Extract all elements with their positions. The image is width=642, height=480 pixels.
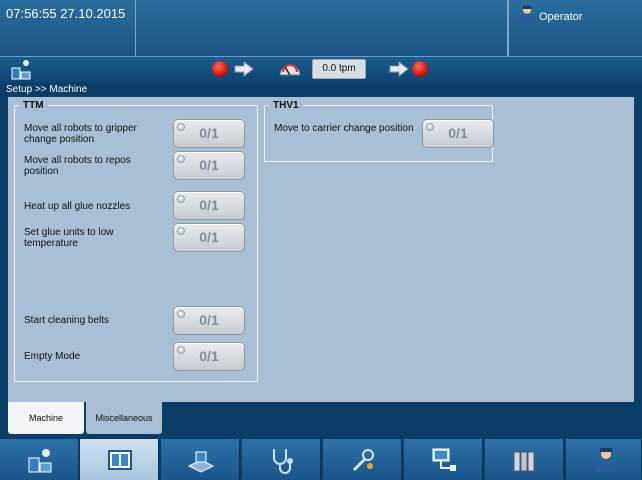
- toggle-label: 0/1: [448, 125, 468, 141]
- led-indicator-icon: [177, 123, 185, 131]
- toggle-cleaning-belts-button[interactable]: 0/1: [173, 306, 245, 335]
- toggle-low-temperature-button[interactable]: 0/1: [173, 223, 245, 252]
- stop-indicator-left-icon: [212, 61, 228, 77]
- layout-icon: [108, 450, 132, 470]
- row-label-cleaning-belts: Start cleaning belts: [24, 315, 110, 326]
- network-icon: [432, 448, 456, 471]
- row-label-heat-glue: Heat up all glue nozzles: [24, 201, 131, 212]
- stop-indicator-right-icon: [412, 61, 428, 77]
- group-title-ttm: TTM: [23, 100, 44, 111]
- led-indicator-icon: [177, 346, 185, 354]
- speedometer-icon: [279, 64, 301, 76]
- operator-icon: [520, 6, 534, 24]
- nav-documents-button[interactable]: [485, 439, 564, 480]
- nav-conveyor-button[interactable]: [161, 439, 240, 480]
- tab-miscellaneous[interactable]: Miscellaneous: [86, 402, 162, 434]
- toggle-label: 0/1: [199, 229, 219, 245]
- nav-diagnostics-button[interactable]: [242, 439, 321, 480]
- nav-network-button[interactable]: [404, 439, 483, 480]
- row-label-carrier-change: Move to carrier change position: [274, 123, 414, 134]
- datetime-display: 07:56:55 27.10.2015: [0, 0, 136, 56]
- toggle-label: 0/1: [199, 348, 219, 364]
- tools-icon: [352, 449, 374, 472]
- toggle-carrier-change-button[interactable]: 0/1: [422, 119, 494, 148]
- toggle-label: 0/1: [199, 157, 219, 173]
- machine-icon: [28, 449, 52, 473]
- nav-tools-button[interactable]: [323, 439, 402, 480]
- led-indicator-icon: [177, 155, 185, 163]
- toggle-label: 0/1: [199, 125, 219, 141]
- led-indicator-icon: [177, 195, 185, 203]
- toggle-empty-mode-button[interactable]: 0/1: [173, 342, 245, 371]
- nav-machine-button[interactable]: [0, 439, 79, 480]
- nav-user-button[interactable]: [566, 439, 642, 480]
- toggle-label: 0/1: [199, 197, 219, 213]
- header-message-area: [136, 0, 508, 56]
- user-role-label: Operator: [539, 11, 583, 23]
- led-indicator-icon: [177, 310, 185, 318]
- user-icon: [596, 448, 616, 472]
- toggle-label: 0/1: [199, 312, 219, 328]
- binders-icon: [513, 451, 535, 472]
- row-label-empty-mode: Empty Mode: [24, 351, 81, 362]
- row-label-repos-position: Move all robots to repos position: [24, 155, 131, 177]
- row-label-low-temperature: Set glue units to low temperature: [24, 227, 114, 249]
- stethoscope-icon: [273, 449, 293, 474]
- user-panel[interactable]: Operator: [508, 0, 642, 56]
- machine-status-icon[interactable]: [10, 58, 32, 80]
- breadcrumb: Setup >> Machine: [0, 83, 642, 97]
- toggle-heat-glue-button[interactable]: 0/1: [173, 191, 245, 220]
- arrow-right-icon: [389, 61, 409, 77]
- led-indicator-icon: [177, 227, 185, 235]
- line-speed-display: 0.0 tpm: [312, 59, 366, 79]
- toggle-gripper-change-button[interactable]: 0/1: [173, 119, 245, 148]
- nav-layout-button[interactable]: [80, 439, 159, 480]
- arrow-right-icon: [234, 61, 254, 77]
- led-indicator-icon: [426, 123, 434, 131]
- row-label-gripper-change: Move all robots to gripper change positi…: [24, 123, 137, 145]
- group-title-thv1: THV1: [273, 100, 299, 111]
- main-panel: TTM Move all robots to gripper change po…: [8, 97, 634, 402]
- tab-machine[interactable]: Machine: [8, 402, 84, 434]
- toggle-repos-position-button[interactable]: 0/1: [173, 151, 245, 180]
- conveyor-icon: [187, 451, 215, 473]
